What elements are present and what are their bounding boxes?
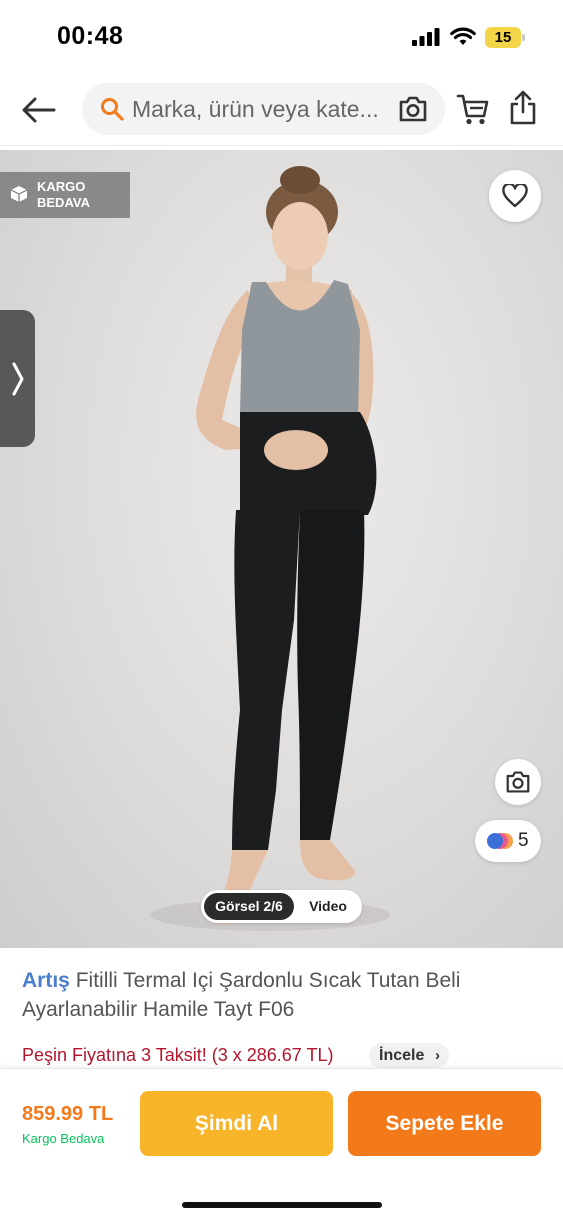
- package-icon: [10, 186, 28, 202]
- search-icon: [101, 98, 124, 121]
- free-shipping-line1: KARGO: [37, 179, 86, 194]
- camera-icon: [506, 771, 530, 793]
- bottom-action-bar: 859.99 TL Kargo Bedava Şimdi Al Sepete E…: [0, 1068, 563, 1219]
- buy-now-button[interactable]: Şimdi Al: [140, 1091, 333, 1156]
- add-to-cart-button[interactable]: Sepete Ekle: [348, 1091, 541, 1156]
- camera-icon[interactable]: [398, 95, 428, 123]
- cart-icon[interactable]: [456, 92, 490, 126]
- free-shipping-label: KARGO BEDAVA: [37, 179, 90, 211]
- status-time: 00:48: [57, 22, 124, 50]
- brand-link[interactable]: Artış: [22, 969, 70, 992]
- free-shipping-text: Kargo Bedava: [22, 1131, 105, 1146]
- top-navigation: Marka, ürün veya kate...: [0, 76, 563, 146]
- side-drawer-tab[interactable]: [0, 310, 35, 447]
- product-image-gallery[interactable]: KARGO BEDAVA 5 Görsel 2/6 Video: [0, 150, 563, 948]
- share-icon[interactable]: [507, 90, 539, 126]
- search-bar[interactable]: Marka, ürün veya kate...: [82, 83, 445, 135]
- battery-level: 15: [494, 29, 512, 46]
- chevron-right-icon: ›: [435, 1047, 440, 1064]
- tab-images[interactable]: Görsel 2/6: [204, 893, 294, 920]
- product-price: 859.99 TL: [22, 1103, 114, 1125]
- product-title: Artış Fitilli Termal Içi Şardonlu Sıcak …: [22, 966, 542, 1024]
- review-button[interactable]: İncele ›: [369, 1043, 449, 1068]
- heart-icon: [502, 184, 528, 208]
- free-shipping-badge: KARGO BEDAVA: [0, 172, 130, 218]
- tab-video[interactable]: Video: [297, 893, 359, 920]
- favorite-button[interactable]: [489, 170, 541, 222]
- color-variant-count: 5: [518, 830, 529, 851]
- free-shipping-line2: BEDAVA: [37, 195, 90, 210]
- back-button[interactable]: [18, 90, 60, 130]
- battery-indicator: 15: [485, 27, 525, 48]
- cellular-signal-icon: [412, 28, 440, 46]
- wifi-icon: [450, 27, 476, 45]
- installment-row: Peşin Fiyatına 3 Taksit! (3 x 286.67 TL)…: [22, 1042, 552, 1069]
- installment-offer: Peşin Fiyatına 3 Taksit! (3 x 286.67 TL): [22, 1045, 334, 1065]
- status-bar: 00:48 15: [0, 0, 563, 76]
- search-input[interactable]: Marka, ürün veya kate...: [132, 83, 394, 135]
- review-label: İncele: [379, 1047, 425, 1064]
- battery-cap: [522, 34, 525, 41]
- home-indicator: [182, 1202, 382, 1208]
- product-name: Fitilli Termal Içi Şardonlu Sıcak Tutan …: [22, 969, 461, 1021]
- color-variants-button[interactable]: 5: [475, 820, 541, 862]
- visual-search-button[interactable]: [495, 759, 541, 805]
- back-arrow-icon: [22, 97, 56, 123]
- color-swatches-icon: [487, 833, 513, 849]
- media-switch: Görsel 2/6 Video: [201, 890, 362, 923]
- chevron-right-icon: [12, 362, 23, 395]
